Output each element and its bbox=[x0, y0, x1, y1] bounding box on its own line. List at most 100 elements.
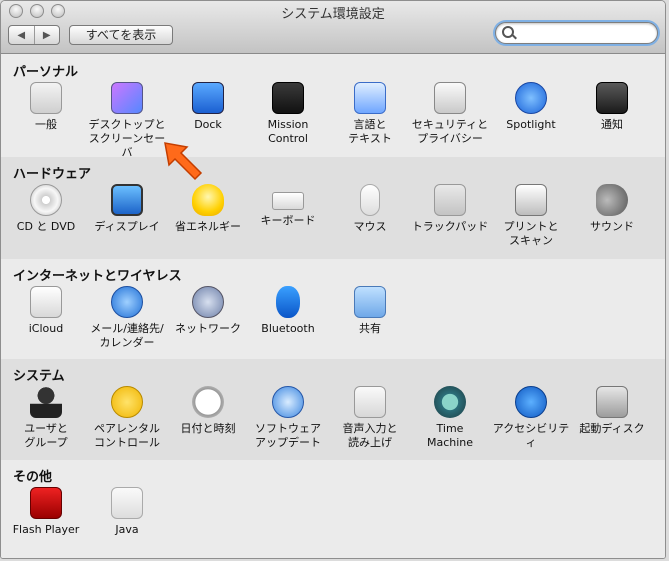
pref-pane-sharing[interactable]: 共有 bbox=[327, 286, 413, 336]
pref-pane-keyboard[interactable]: キーボード bbox=[245, 184, 331, 228]
desktop-screensaver-icon bbox=[111, 82, 143, 114]
pref-pane-software-update[interactable]: ソフトウェア アップデート bbox=[245, 386, 331, 450]
pref-pane-bluetooth[interactable]: Bluetooth bbox=[245, 286, 331, 336]
language-text-icon bbox=[354, 82, 386, 114]
dock-icon bbox=[192, 82, 224, 114]
pref-pane-label: 起動ディスク bbox=[579, 422, 645, 435]
dictation-speech-icon bbox=[354, 386, 386, 418]
cd-dvd-icon bbox=[30, 184, 62, 216]
show-all-button[interactable]: すべてを表示 bbox=[69, 25, 173, 45]
section-0: パーソナル一般 デスクトップと スクリーンセーバ Dock Mission Contr… bbox=[1, 55, 665, 160]
keyboard-icon bbox=[272, 192, 304, 210]
users-groups-icon bbox=[30, 386, 62, 418]
bluetooth-icon bbox=[276, 286, 300, 318]
pref-pane-label: Time Machine bbox=[426, 422, 474, 449]
section-label: その他 bbox=[13, 470, 53, 485]
icloud-icon bbox=[30, 286, 62, 318]
section-label: インターネットとワイヤレス bbox=[13, 269, 182, 284]
pref-pane-flash-player[interactable]: Flash Player bbox=[3, 487, 89, 537]
pref-pane-dictation-speech[interactable]: 音声入力と 読み上げ bbox=[327, 386, 413, 450]
pref-pane-label: マウス bbox=[353, 220, 387, 233]
section-4: その他 Flash Player Java bbox=[1, 460, 665, 558]
pref-pane-label: Mission Control bbox=[267, 118, 309, 145]
pointer-arrow-icon bbox=[164, 142, 203, 181]
pref-pane-label: iCloud bbox=[28, 322, 64, 335]
pref-pane-time-machine[interactable]: Time Machine bbox=[407, 386, 493, 450]
pref-pane-dock[interactable]: Dock bbox=[165, 82, 251, 132]
pref-pane-label: トラックパッド bbox=[411, 220, 489, 233]
startup-disk-icon bbox=[596, 386, 628, 418]
pref-pane-mission-control[interactable]: Mission Control bbox=[245, 82, 331, 146]
software-update-icon bbox=[272, 386, 304, 418]
section-label: パーソナル bbox=[13, 65, 79, 80]
search-icon bbox=[502, 26, 514, 38]
pref-pane-java[interactable]: Java bbox=[84, 487, 170, 537]
display-icon bbox=[111, 184, 143, 216]
forward-button[interactable]: ▶ bbox=[33, 26, 60, 44]
pref-pane-mail-contacts[interactable]: メール/連絡先/ カレンダー bbox=[84, 286, 170, 350]
pref-pane-label: メール/連絡先/ カレンダー bbox=[90, 322, 164, 349]
window-title: システム環境設定 bbox=[281, 7, 385, 22]
pref-pane-label: Bluetooth bbox=[261, 322, 315, 335]
pref-pane-sound[interactable]: サウンド bbox=[569, 184, 655, 234]
flash-player-icon bbox=[30, 487, 62, 519]
pref-pane-network[interactable]: ネットワーク bbox=[165, 286, 251, 336]
pref-pane-label: 日付と時刻 bbox=[180, 422, 236, 435]
pref-pane-label: ソフトウェア アップデート bbox=[255, 422, 321, 449]
navigation-buttons: ◀ ▶ bbox=[8, 25, 60, 45]
section-1: ハードウェア CD と DVD ディスプレイ 省エネルギー キーボード マウス トラックパッ… bbox=[1, 157, 665, 260]
title-bar: システム環境設定 ◀ ▶ すべてを表示 bbox=[1, 1, 665, 54]
general-icon bbox=[30, 82, 62, 114]
pref-pane-notification[interactable]: 通知 bbox=[569, 82, 655, 132]
pref-pane-users-groups[interactable]: ユーザと グループ bbox=[3, 386, 89, 450]
back-button[interactable]: ◀ bbox=[9, 26, 34, 44]
pref-pane-label: ユーザと グループ bbox=[24, 422, 68, 449]
pref-pane-parental-controls[interactable]: ペアレンタル コントロール bbox=[84, 386, 170, 450]
pref-pane-label: アクセシビリティ bbox=[492, 422, 570, 449]
pref-pane-energy-saver[interactable]: 省エネルギー bbox=[165, 184, 251, 234]
pref-pane-printer[interactable]: プリントと スキャン bbox=[488, 184, 574, 248]
pref-pane-label: CD と DVD bbox=[16, 220, 76, 233]
pref-pane-security[interactable]: セキュリティと プライバシー bbox=[407, 82, 493, 146]
printer-icon bbox=[515, 184, 547, 216]
mouse-icon bbox=[360, 184, 380, 216]
java-icon bbox=[111, 487, 143, 519]
pref-pane-label: ディスプレイ bbox=[94, 220, 160, 233]
search-field[interactable] bbox=[495, 22, 658, 44]
pref-pane-icloud[interactable]: iCloud bbox=[3, 286, 89, 336]
date-time-icon bbox=[192, 386, 224, 418]
sharing-icon bbox=[354, 286, 386, 318]
section-label: システム bbox=[13, 369, 65, 384]
spotlight-icon bbox=[515, 82, 547, 114]
pref-pane-label: 言語と テキスト bbox=[348, 118, 392, 145]
pref-pane-label: ペアレンタル コントロール bbox=[94, 422, 160, 449]
pref-pane-mouse[interactable]: マウス bbox=[327, 184, 413, 234]
pref-pane-display[interactable]: ディスプレイ bbox=[84, 184, 170, 234]
pref-pane-label: プリントと スキャン bbox=[503, 220, 559, 247]
pref-pane-label: Spotlight bbox=[506, 118, 556, 131]
energy-saver-icon bbox=[192, 184, 224, 216]
sound-icon bbox=[596, 184, 628, 216]
pref-pane-language-text[interactable]: 言語と テキスト bbox=[327, 82, 413, 146]
pref-pane-date-time[interactable]: 日付と時刻 bbox=[165, 386, 251, 436]
section-label: ハードウェア bbox=[13, 167, 92, 182]
pref-pane-startup-disk[interactable]: 起動ディスク bbox=[569, 386, 655, 436]
pref-pane-label: 一般 bbox=[35, 118, 57, 131]
pref-pane-label: Java bbox=[115, 523, 139, 536]
pref-pane-accessibility[interactable]: アクセシビリティ bbox=[488, 386, 574, 450]
pref-pane-general[interactable]: 一般 bbox=[3, 82, 89, 132]
pref-pane-label: 音声入力と 読み上げ bbox=[342, 422, 398, 449]
section-3: システムユーザと グループ ペアレンタル コントロール 日付と時刻 ソフトウェア アッ… bbox=[1, 359, 665, 461]
pref-pane-label: 共有 bbox=[359, 322, 381, 335]
pref-pane-cd-dvd[interactable]: CD と DVD bbox=[3, 184, 89, 234]
section-2: インターネットとワイヤレス iCloud メール/連絡先/ カレンダー ネットワーク B… bbox=[1, 259, 665, 360]
pref-pane-label: デスクトップと スクリーンセーバ bbox=[88, 118, 166, 159]
pref-pane-label: 省エネルギー bbox=[175, 220, 241, 233]
security-icon bbox=[434, 82, 466, 114]
trackpad-icon bbox=[434, 184, 466, 216]
network-icon bbox=[192, 286, 224, 318]
pref-pane-spotlight[interactable]: Spotlight bbox=[488, 82, 574, 132]
pref-pane-desktop-screensaver[interactable]: デスクトップと スクリーンセーバ bbox=[84, 82, 170, 160]
mail-contacts-icon bbox=[111, 286, 143, 318]
pref-pane-trackpad[interactable]: トラックパッド bbox=[407, 184, 493, 234]
